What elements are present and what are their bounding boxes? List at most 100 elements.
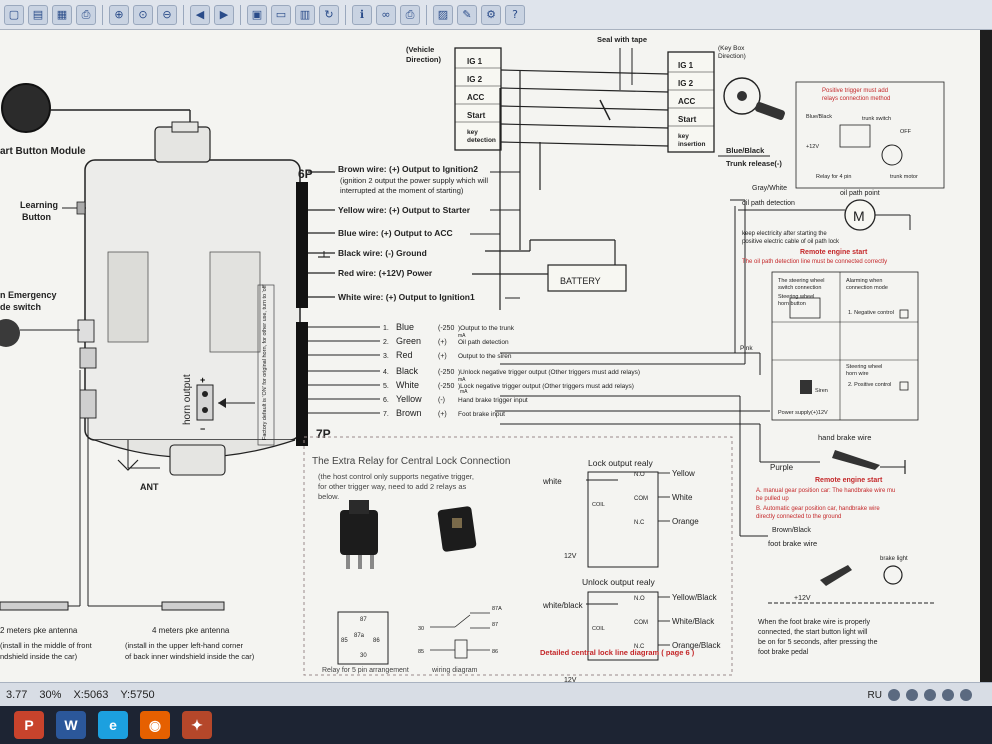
powerpoint-taskbar-icon[interactable]: P	[14, 711, 44, 739]
ie-taskbar-icon[interactable]: e	[98, 711, 128, 739]
ig-left-label: detection	[467, 137, 496, 144]
tray-icon[interactable]	[906, 689, 918, 701]
ma-label: mA	[458, 333, 466, 339]
horn-output-label: horn output	[182, 374, 193, 425]
foot-brake-note: When the foot brake wire is properly conn…	[758, 619, 878, 656]
extra-relay-title: The Extra Relay for Central Lock Connect…	[312, 456, 510, 467]
properties-icon[interactable]: ℹ	[352, 4, 372, 25]
new-icon[interactable]: ▢	[4, 4, 24, 25]
ig-left-label: IG 1	[467, 57, 483, 66]
alarming-title: Alarming when connection mode	[846, 278, 888, 291]
zoom-in-icon[interactable]: ⊕	[109, 4, 129, 25]
oil-note: keep electricity after starting the posit…	[742, 231, 840, 245]
antenna-4m-label: 4 meters pke antenna	[152, 626, 230, 635]
wire-7p-desc: Oil path detection	[458, 339, 509, 346]
steering-label: horn button	[778, 301, 806, 307]
tray-icon[interactable]	[924, 689, 936, 701]
toolbar-separator	[102, 4, 103, 25]
ig-right-label: key	[678, 133, 689, 140]
wire-line	[500, 105, 669, 111]
svg-text:+: +	[200, 375, 205, 385]
forward-icon[interactable]: ▶	[214, 4, 234, 25]
binoculars-icon[interactable]: ∞	[376, 4, 396, 25]
lang-indicator[interactable]: RU	[868, 690, 882, 701]
wiring-diagram: art Button Module Learning Button n Emerg…	[0, 35, 945, 682]
relay-pin-label: 85	[341, 638, 348, 644]
save-icon[interactable]: ▦	[52, 4, 72, 25]
fit-width-icon[interactable]: ▭	[271, 4, 291, 25]
wire-6p-label: Yellow wire: (+) Output to Starter	[338, 205, 471, 215]
relay-pin-label: 30	[360, 653, 367, 659]
firefox-taskbar-icon[interactable]: ◉	[140, 711, 170, 739]
relay-no-label: N.O	[634, 472, 645, 478]
relay-photo-1	[340, 500, 378, 569]
connector-7p-label: 7P	[316, 427, 331, 441]
toolbar-separator	[345, 4, 346, 25]
plus12v-label: +12V	[794, 595, 811, 602]
tray-icon[interactable]	[942, 689, 954, 701]
print-icon[interactable]: ⎙	[76, 4, 96, 25]
wire-7p-spec: (-250	[438, 325, 454, 332]
zoom-region-icon[interactable]: ⊙	[133, 4, 153, 25]
tray-icon[interactable]	[960, 689, 972, 701]
wire-7p-desc: Output to the siren	[458, 353, 512, 360]
relay-pin-label: 86	[373, 638, 380, 644]
wire-7p-color: White	[396, 380, 419, 390]
wire-7p-spec: (-)	[438, 397, 445, 404]
ig-left-label: ACC	[467, 93, 485, 102]
positive-trigger-label: +12V	[806, 144, 819, 150]
help-icon[interactable]: ?	[505, 4, 525, 25]
wire-line	[500, 123, 669, 129]
open-icon[interactable]: ▤	[28, 4, 48, 25]
vertical-note: Factory default is 'ON' for original hor…	[262, 284, 268, 440]
tray-icon[interactable]	[888, 689, 900, 701]
zoom-out-icon[interactable]: ⊖	[157, 4, 177, 25]
relay-pin-label: 87	[360, 617, 367, 623]
wire-7p-color: Red	[396, 350, 413, 360]
ig-left-label: key	[467, 129, 478, 136]
relay-output-label: Yellow	[672, 469, 695, 478]
settings-icon[interactable]: ⚙	[481, 4, 501, 25]
relay-com-label: COM	[634, 496, 648, 502]
wire-7p-spec: (-250	[438, 383, 454, 390]
fit-page-icon[interactable]: ▣	[247, 4, 267, 25]
brake-light-label: brake light	[880, 556, 908, 562]
gray-white-label: Gray/White	[752, 185, 787, 192]
ig-right-label: ACC	[678, 97, 696, 106]
wire-line	[500, 87, 669, 93]
positive-trigger-label: Relay for 4 pin	[816, 174, 851, 180]
foot-brake-wire-label: foot brake wire	[768, 539, 817, 548]
learning-button-label: Learning Button	[20, 200, 58, 222]
remote-engine-start-label: Remote engine start	[800, 249, 868, 256]
vehicle-direction-label: (Vehicle Direction)	[406, 45, 442, 64]
slideshow-icon[interactable]: ▥	[295, 4, 315, 25]
window-edge	[980, 30, 992, 682]
system-tray: RU	[868, 683, 972, 707]
steering-label: Steering wheel	[846, 364, 882, 370]
wire-7p-number: 1.	[383, 325, 389, 332]
scan-icon[interactable]: ▨	[433, 4, 453, 25]
relay-coil-label: COIL	[592, 502, 605, 508]
rotate-icon[interactable]: ↻	[319, 4, 339, 25]
zoom-level[interactable]: 30%	[39, 689, 61, 701]
document-canvas[interactable]: art Button Module Learning Button n Emerg…	[0, 30, 980, 682]
wire-7p-spec: (-250	[438, 369, 454, 376]
viewer-taskbar-icon[interactable]: ✦	[182, 711, 212, 739]
emergency-switch-label: n Emergency de switch	[0, 290, 57, 312]
edit-icon[interactable]: ✎	[457, 4, 477, 25]
page-indicator: 3.77	[6, 688, 28, 701]
print-icon[interactable]: ⎙	[400, 4, 420, 25]
battery-label: BATTERY	[560, 276, 601, 286]
relay-input-label: white/black	[542, 601, 584, 610]
wire-7p-color: Black	[396, 366, 419, 376]
word-taskbar-icon[interactable]: W	[56, 711, 86, 739]
key-box-direction-label: (Key Box Direction)	[718, 45, 746, 60]
antenna-2m-note: (install in the middle of front ndshield …	[0, 641, 93, 661]
relay-coil-label: COIL	[592, 626, 605, 632]
wire-7p-color: Yellow	[396, 394, 422, 404]
wire-7p-number: 5.	[383, 383, 389, 390]
siren-label: Siren	[815, 388, 828, 394]
positive-trigger-label: trunk switch	[862, 116, 891, 122]
connector-6p-label: 6P	[298, 167, 313, 181]
back-icon[interactable]: ◀	[190, 4, 210, 25]
